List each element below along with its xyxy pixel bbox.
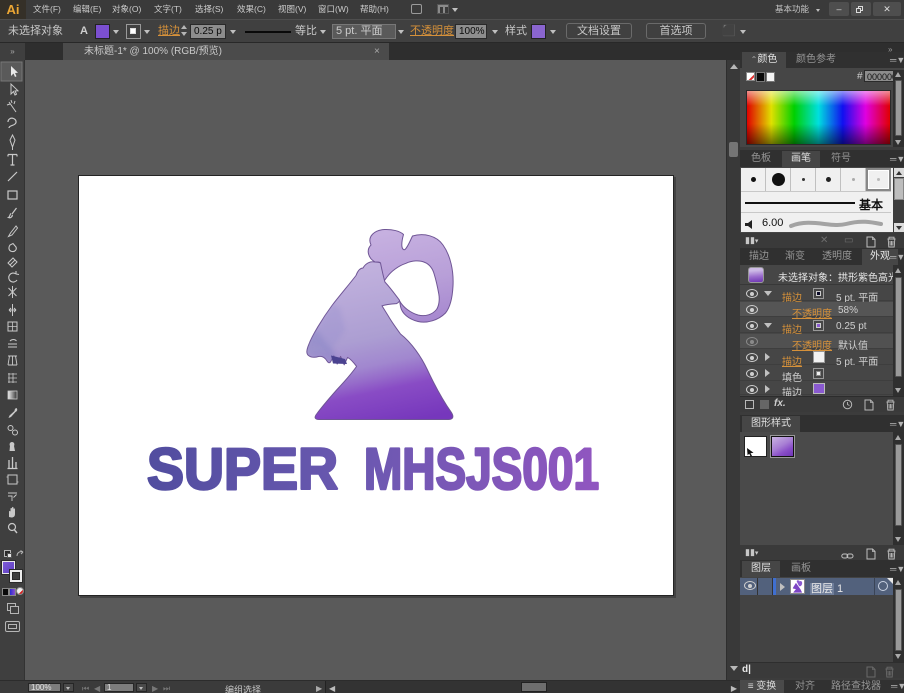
svg-text:MHSJS001: MHSJS001 xyxy=(364,437,599,502)
svg-text:SUPER: SUPER xyxy=(147,437,338,502)
